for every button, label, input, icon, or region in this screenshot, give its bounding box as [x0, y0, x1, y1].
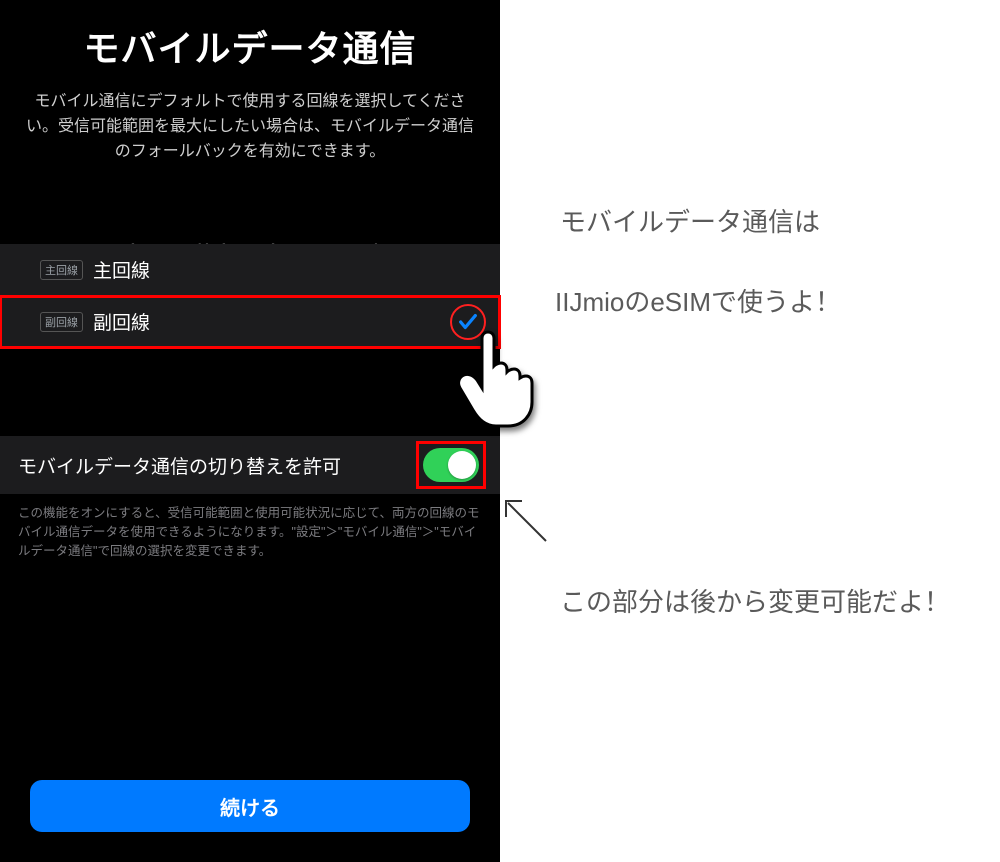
header: モバイルデータ通信 モバイル通信にデフォルトで使用する回線を選択してください。受… [0, 0, 500, 174]
annotation-text-3: この部分は後から変更可能だよ！ [560, 580, 950, 624]
ios-settings-screen: モバイルデータ通信 モバイル通信にデフォルトで使用する回線を選択してください。受… [0, 0, 500, 862]
pointer-hand-icon [452, 330, 538, 430]
toggle-section: モバイルデータ通信の切り替えを許可 この機能をオンにすると、受信可能範囲と使用可… [0, 436, 500, 560]
cellular-fallback-toggle-row[interactable]: モバイルデータ通信の切り替えを許可 [0, 436, 500, 494]
secondary-label: 副回線 [93, 308, 150, 335]
toggle-help-text: この機能をオンにすると、受信可能範囲と使用可能状況に応じて、両方の回線のモバイル… [0, 494, 500, 560]
arrow-annotation-icon [500, 495, 550, 545]
line-option-secondary[interactable]: 副回線 副回線 [0, 296, 500, 348]
page-subtitle: モバイル通信にデフォルトで使用する回線を選択してください。受信可能範囲を最大にし… [20, 90, 480, 164]
line-selection-list: 主回線 主回線 副回線 副回線 [0, 244, 500, 348]
cellular-fallback-switch[interactable] [423, 448, 479, 482]
secondary-badge: 副回線 [40, 312, 83, 332]
annotation-text-2: IIJmioのeSIMで使うよ！ [555, 280, 841, 324]
primary-label: 主回線 [93, 256, 150, 283]
primary-badge: 主回線 [40, 260, 83, 280]
line-option-primary[interactable]: 主回線 主回線 [0, 244, 500, 296]
switch-knob [448, 451, 476, 479]
page-title: モバイルデータ通信 [20, 20, 480, 72]
annotation-text-1: モバイルデータ通信は [560, 200, 820, 244]
toggle-label: モバイルデータ通信の切り替えを許可 [18, 452, 416, 479]
toggle-highlight-box [416, 441, 486, 489]
continue-button[interactable]: 続ける [30, 780, 470, 832]
